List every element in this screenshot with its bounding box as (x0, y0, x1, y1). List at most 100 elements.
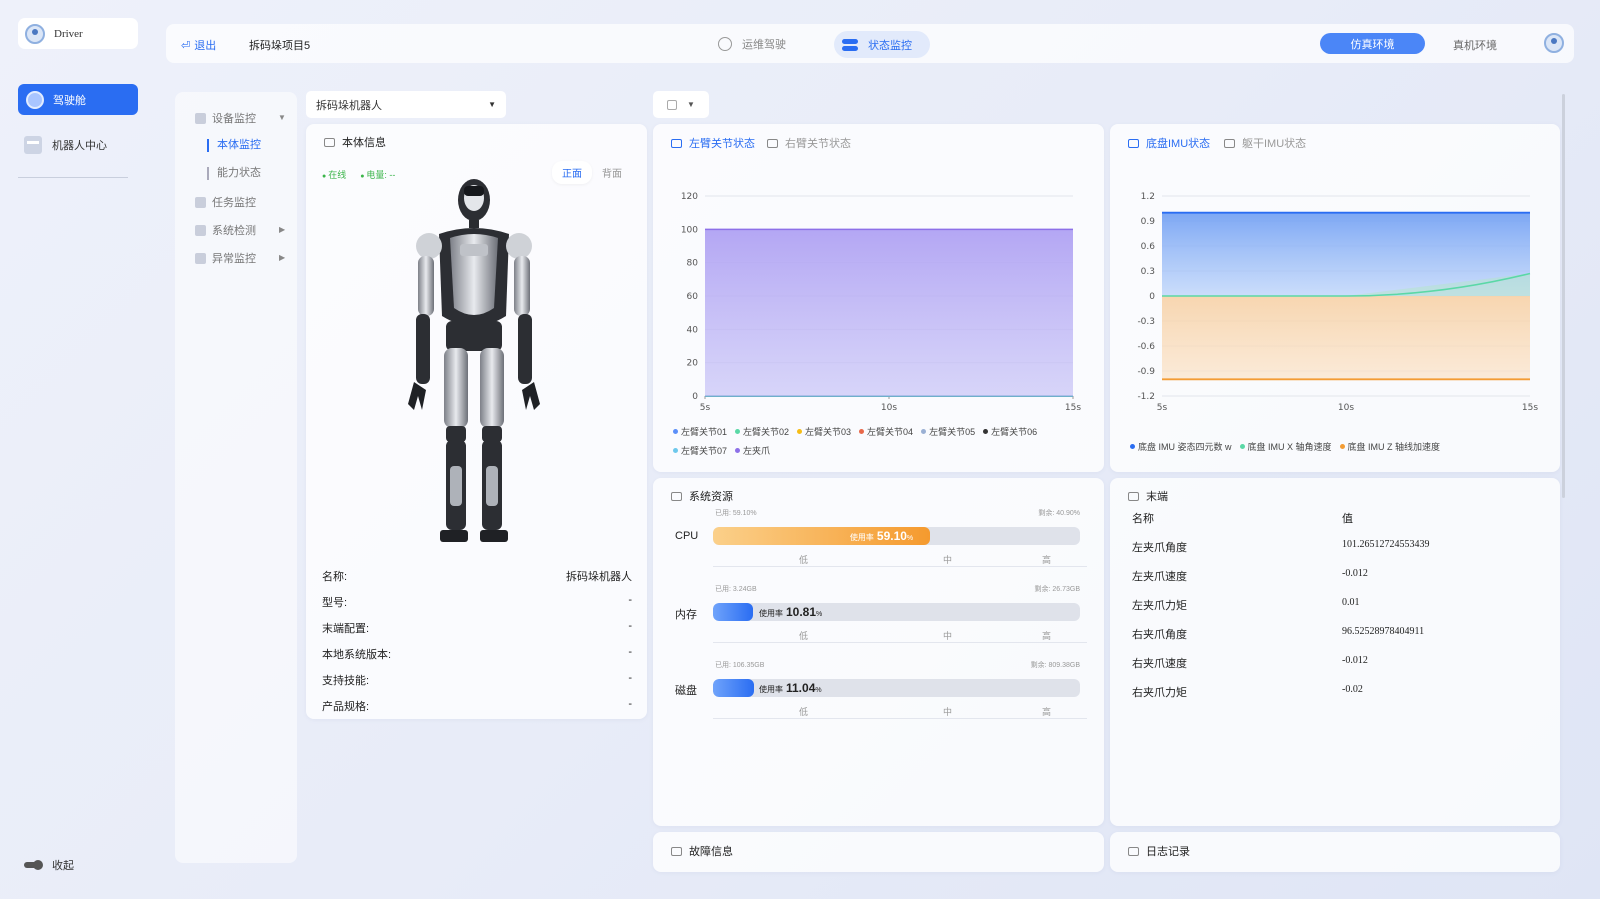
robot-select[interactable]: 拆码垛机器人 ▼ (306, 91, 506, 118)
column-name: 名称 (1132, 513, 1154, 525)
robot-center-icon (24, 136, 42, 154)
user-badge[interactable]: Driver (18, 18, 138, 49)
y-tick-label: 1.2 (1141, 192, 1155, 202)
humanoid-robot-image (408, 179, 540, 542)
body-info-title: 本体信息 (324, 134, 386, 150)
tab-chassis-imu[interactable]: 底盘IMU状态 (1128, 135, 1210, 151)
info-label: 本地系统版本: (322, 649, 392, 661)
card-icon (324, 137, 335, 147)
tab-left-arm[interactable]: 左臂关节状态 (671, 135, 755, 151)
legend-item[interactable]: 左臂关节07 (673, 444, 727, 457)
row-name: 右夹爪速度 (1132, 658, 1187, 670)
info-row: 名称: 拆码垛机器人 (322, 568, 632, 584)
card-icon (671, 138, 682, 148)
submenu-body[interactable]: 本体监控 (207, 139, 261, 152)
env-sim-button[interactable]: 仿真环境 (1320, 33, 1425, 54)
y-tick-label: 40 (687, 325, 699, 335)
usage-value: 10.81 (786, 605, 817, 619)
submenu-task[interactable]: 任务监控 (195, 194, 256, 210)
submenu-abnormal[interactable]: 异常监控 (195, 250, 256, 266)
y-tick-label: 60 (687, 292, 699, 302)
body-info-card: 本体信息 在线 电量: -- 正面 背面 (306, 124, 647, 719)
layout-select[interactable]: ▼ (653, 91, 709, 118)
chevron-down-icon[interactable]: ▼ (278, 113, 286, 122)
abnormal-icon (195, 252, 206, 264)
card-icon (671, 491, 682, 501)
legend-item[interactable]: 左臂关节03 (797, 425, 851, 438)
legend-item[interactable]: 左臂关节01 (673, 425, 727, 438)
chevron-right-icon[interactable]: ▶ (279, 225, 285, 234)
card-icon (671, 846, 682, 856)
y-tick-label: -0.6 (1137, 342, 1155, 352)
legend-label: 左臂关节01 (681, 427, 728, 437)
legend-item[interactable]: 底盘 IMU X 轴角速度 (1239, 440, 1332, 453)
row-value: 96.52528978404911 (1342, 626, 1425, 637)
collapse-button[interactable]: 收起 (24, 857, 74, 873)
card-icon (1128, 138, 1139, 148)
system-resources-title: 系统资源 (671, 488, 733, 504)
end-effector-title-text: 末端 (1146, 491, 1168, 503)
legend-item[interactable]: 左臂关节02 (735, 425, 789, 438)
x-tick-label: 10s (881, 403, 897, 410)
project-title: 拆码垛项目5 (249, 40, 311, 52)
status-monitor-icon (842, 38, 858, 52)
x-tick-label: 10s (1338, 403, 1354, 410)
card-icon (1128, 491, 1139, 501)
table-row: 右夹爪角度 96.52528978404911 (1132, 626, 1542, 642)
nav-cockpit[interactable]: 驾驶舱 (18, 84, 138, 115)
legend-item[interactable]: 左臂关节04 (859, 425, 913, 438)
info-value: - (628, 594, 632, 606)
caret-down-icon: ▼ (488, 100, 496, 109)
user-avatar-icon (25, 23, 45, 44)
legend-item[interactable]: 底盘 IMU 姿态四元数 w (1130, 440, 1232, 453)
legend-item[interactable]: 左夹爪 (735, 444, 770, 457)
submenu-system[interactable]: 系统检测 (195, 222, 256, 238)
exit-button[interactable]: ⏎ 退出 (181, 37, 216, 53)
info-row: 产品规格: - (322, 698, 632, 714)
info-value: - (628, 646, 632, 658)
info-row: 末端配置: - (322, 620, 632, 636)
log-title: 日志记录 (1128, 843, 1190, 859)
table-row: 左夹爪力矩 0.01 (1132, 597, 1542, 613)
legend-item[interactable]: 左臂关节05 (921, 425, 975, 438)
submenu-capability[interactable]: 能力状态 (207, 167, 261, 180)
tab-status-monitor[interactable]: 状态监控 (834, 31, 930, 58)
fault-info-card: 故障信息 (653, 832, 1104, 872)
scrollbar[interactable] (1562, 94, 1565, 498)
legend-item[interactable]: 左臂关节06 (983, 425, 1037, 438)
tab-torso-imu[interactable]: 躯干IMU状态 (1224, 135, 1306, 151)
nav-robot-center[interactable]: 机器人中心 (24, 136, 107, 154)
nav-divider (18, 177, 128, 178)
legend-item[interactable]: 底盘 IMU Z 轴线加速度 (1339, 440, 1440, 453)
row-name: 右夹爪角度 (1132, 629, 1187, 641)
x-tick-label: 15s (1522, 403, 1538, 410)
y-tick-label: 0.3 (1141, 267, 1155, 277)
log-title-text: 日志记录 (1146, 846, 1190, 858)
y-tick-label: 0.9 (1141, 217, 1156, 227)
resource-scale-label: 高 (1042, 555, 1052, 565)
resource-scale-label: 中 (943, 707, 953, 717)
exit-icon: ⏎ (181, 39, 191, 52)
account-avatar-icon[interactable] (1544, 33, 1564, 53)
chevron-right-icon[interactable]: ▶ (279, 253, 285, 262)
resource-label: 内存 (675, 609, 697, 621)
env-real-button[interactable]: 真机环境 (1453, 37, 1497, 53)
nav-cockpit-label: 驾驶舱 (53, 94, 86, 107)
tab-status-label: 状态监控 (868, 39, 912, 52)
resource-progress-fill (713, 603, 753, 621)
row-value: -0.012 (1342, 568, 1368, 579)
submenu-device[interactable]: 设备监控 (195, 110, 256, 126)
back-view-button[interactable]: 背面 (592, 161, 632, 184)
imu-legend: 底盘 IMU 姿态四元数 w 底盘 IMU X 轴角速度 底盘 IMU Z 轴线加速… (1130, 440, 1550, 453)
y-tick-label: -1.2 (1137, 392, 1155, 402)
info-label: 产品规格: (322, 701, 370, 713)
legend-dot-icon (673, 429, 678, 434)
tab-right-arm[interactable]: 右臂关节状态 (767, 135, 851, 151)
y-tick-label: -0.3 (1137, 317, 1155, 327)
robot-select-value: 拆码垛机器人 (316, 99, 382, 112)
tab-right-arm-label: 右臂关节状态 (785, 138, 851, 150)
resource-progress-track: 使用率 59.10% (713, 527, 1080, 545)
resource-scale-line (713, 642, 1087, 643)
tab-ops-driving[interactable]: 运维驾驶 (718, 36, 786, 52)
resource-scale-label: 高 (1042, 631, 1052, 641)
